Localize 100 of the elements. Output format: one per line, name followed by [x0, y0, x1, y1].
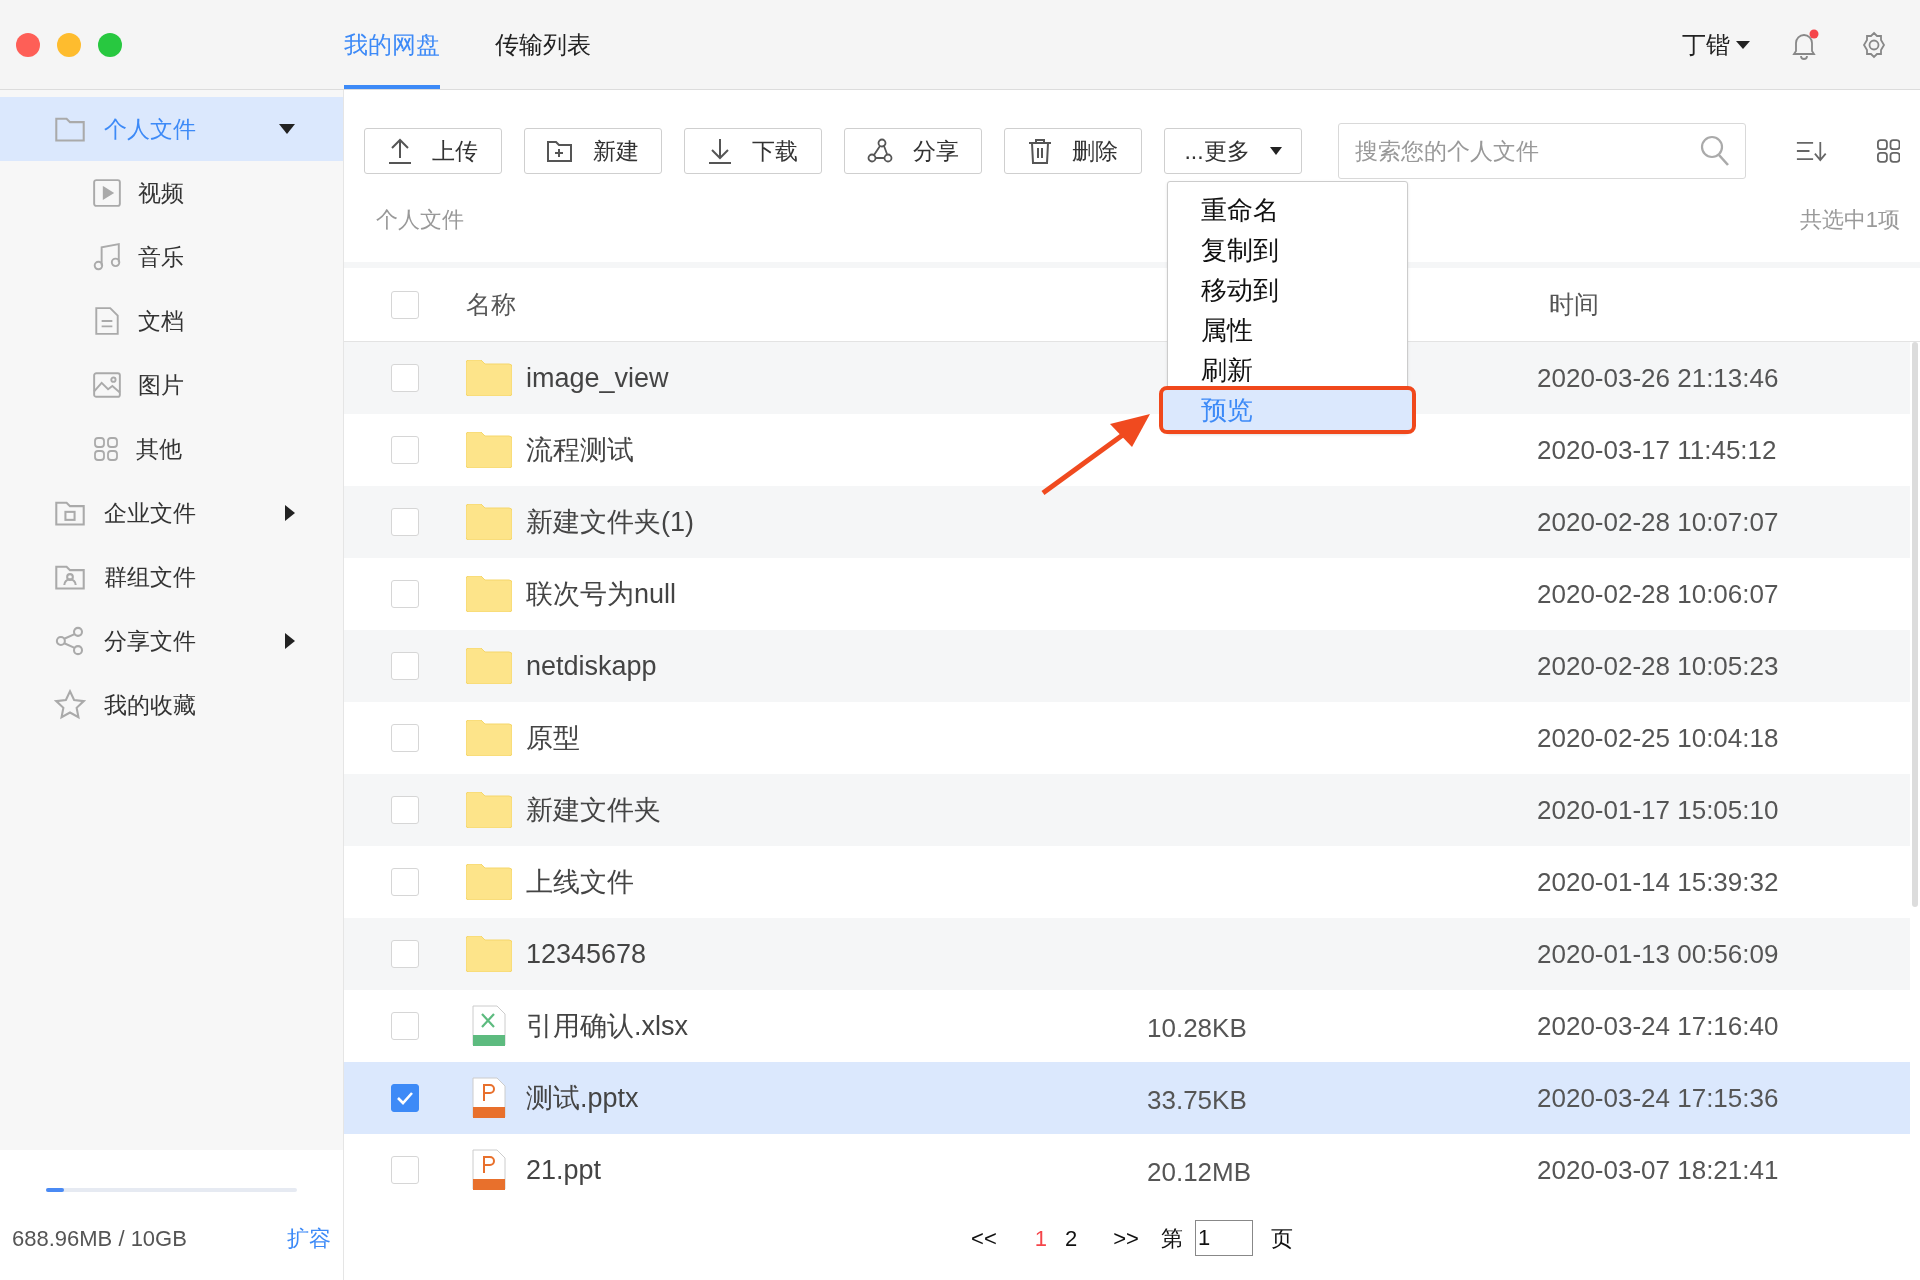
minimize-window-button[interactable]: [57, 32, 81, 57]
file-name: 引用确认.xlsx: [526, 1009, 688, 1043]
file-name: 测试.pptx: [526, 1081, 639, 1115]
caret-icon: [1269, 147, 1282, 155]
table-row[interactable]: netdiskapp 2020-02-28 10:05:23: [344, 630, 1910, 702]
toolbar-button[interactable]: 上传: [364, 128, 502, 174]
file-time: 2020-01-17 15:05:10: [1536, 793, 1779, 827]
file-name: 新建文件夹(1): [526, 505, 694, 539]
sort-icon[interactable]: [1796, 139, 1827, 163]
file-time: 2020-03-24 17:15:36: [1536, 1081, 1779, 1115]
folder-icon: [466, 648, 512, 684]
caret-icon: [1736, 39, 1750, 50]
page-label: 页: [1270, 1224, 1293, 1253]
folder-plus-icon: [547, 139, 573, 163]
file-time: 2020-02-28 10:07:07: [1536, 505, 1779, 539]
file-time: 2020-01-13 00:56:09: [1536, 937, 1779, 971]
folder-icon: [466, 792, 512, 828]
table-row[interactable]: 12345678 2020-01-13 00:56:09: [344, 918, 1910, 990]
file-time: 2020-01-14 15:39:32: [1536, 865, 1779, 899]
table-row[interactable]: 测试.pptx 33.75KB 2020-03-24 17:15:36: [344, 1062, 1910, 1134]
play-icon: [92, 178, 122, 208]
scrollbar[interactable]: [1912, 342, 1918, 907]
file-time: 2020-03-24 17:16:40: [1536, 1009, 1779, 1043]
page-label: 第: [1160, 1224, 1183, 1253]
file-time: 2020-02-25 10:04:18: [1536, 721, 1779, 755]
sidebar-item[interactable]: 其他: [0, 417, 343, 481]
menu-item[interactable]: 复制到: [1168, 230, 1407, 270]
file-time: 2020-03-17 11:45:12: [1536, 433, 1777, 467]
file-size: 10.28KB: [1147, 1012, 1247, 1045]
file-name: 原型: [526, 721, 580, 755]
file-name: 新建文件夹: [526, 793, 661, 827]
folder-icon: [466, 504, 512, 540]
share-icon: [867, 138, 893, 164]
toolbar-button[interactable]: 删除: [1004, 128, 1142, 174]
file-time: 2020-02-28 10:06:07: [1536, 577, 1779, 611]
zoom-window-button[interactable]: [98, 32, 122, 57]
grid-view-icon[interactable]: [1876, 138, 1900, 164]
folder-icon: [466, 432, 512, 468]
sidebar-item[interactable]: 分享文件: [0, 609, 343, 673]
file-size: 33.75KB: [1147, 1084, 1247, 1117]
sidebar-item[interactable]: 企业文件: [0, 481, 343, 545]
file-name: 联次号为null: [526, 577, 677, 611]
page-link[interactable]: 1: [1034, 1221, 1047, 1255]
folder-icon: [466, 360, 512, 396]
file-time: 2020-03-26 21:13:46: [1536, 361, 1779, 395]
file-name: netdiskapp: [526, 649, 657, 683]
top-tab[interactable]: 传输列表: [495, 0, 591, 89]
sidebar-item[interactable]: 音乐: [0, 225, 343, 289]
checkmark-icon: [396, 1091, 414, 1105]
settings-icon[interactable]: [1860, 30, 1888, 59]
trash-icon: [1028, 138, 1052, 164]
upload-icon: [388, 138, 412, 164]
grid-icon: [92, 435, 120, 463]
star-icon: [54, 689, 86, 721]
toolbar-button[interactable]: 下载: [684, 128, 822, 174]
user-menu[interactable]: 丁锴: [1682, 26, 1750, 63]
notification-bell-icon[interactable]: [1790, 28, 1820, 61]
toolbar-button[interactable]: ...更多: [1164, 128, 1302, 174]
select-all-checkbox[interactable]: [391, 290, 419, 319]
toolbar-button[interactable]: 分享: [844, 128, 982, 174]
folder-icon: [466, 936, 512, 972]
file-name: 21.ppt: [526, 1153, 602, 1187]
row-checkbox[interactable]: [391, 1084, 419, 1112]
next-page-link[interactable]: >>: [1113, 1221, 1139, 1255]
music-note-icon: [92, 242, 122, 272]
file-name: 流程测试: [526, 433, 634, 467]
file-name: 12345678: [526, 937, 647, 971]
previous-page-link[interactable]: <<: [971, 1221, 997, 1255]
sidebar-item[interactable]: 文档: [0, 289, 343, 353]
search-field[interactable]: 搜索您的个人文件: [1338, 123, 1746, 179]
file-size: 20.12MB: [1147, 1156, 1252, 1189]
toolbar-button[interactable]: 新建: [524, 128, 662, 174]
folder-icon: [466, 864, 512, 900]
storage-usage: 688.96MB / 10GB: [12, 1225, 187, 1253]
file-time: 2020-03-07 18:21:41: [1536, 1153, 1779, 1187]
image-icon: [92, 370, 122, 400]
page-input[interactable]: 1: [1194, 1220, 1253, 1256]
menu-item[interactable]: 刷新: [1168, 350, 1407, 390]
folder-icon: [466, 720, 512, 756]
selection-count: 共选中1项: [1799, 206, 1900, 234]
sidebar-item[interactable]: 群组文件: [0, 545, 343, 609]
close-window-button[interactable]: [16, 32, 40, 57]
column-header[interactable]: 名称: [466, 285, 516, 324]
folder-icon: [466, 576, 512, 612]
menu-item[interactable]: 重命名: [1168, 190, 1407, 230]
file-name: image_view: [526, 361, 669, 395]
search-icon: [1700, 135, 1730, 167]
sidebar-item[interactable]: 我的收藏: [0, 673, 343, 737]
sidebar-item[interactable]: 视频: [0, 161, 343, 225]
column-header[interactable]: 时间: [1529, 285, 1599, 324]
share-icon: [54, 625, 86, 657]
sidebar-item[interactable]: 图片: [0, 353, 343, 417]
download-icon: [708, 138, 732, 164]
document-icon: [92, 306, 122, 336]
page-link[interactable]: 2: [1065, 1221, 1078, 1255]
file-time: 2020-02-28 10:05:23: [1536, 649, 1779, 683]
menu-item[interactable]: 移动到: [1168, 270, 1407, 310]
table-row[interactable]: 新建文件夹 2020-01-17 15:05:10: [344, 774, 1910, 846]
table-row[interactable]: 新建文件夹(1) 2020-02-28 10:07:07: [344, 486, 1910, 558]
file-name: 上线文件: [526, 865, 634, 899]
